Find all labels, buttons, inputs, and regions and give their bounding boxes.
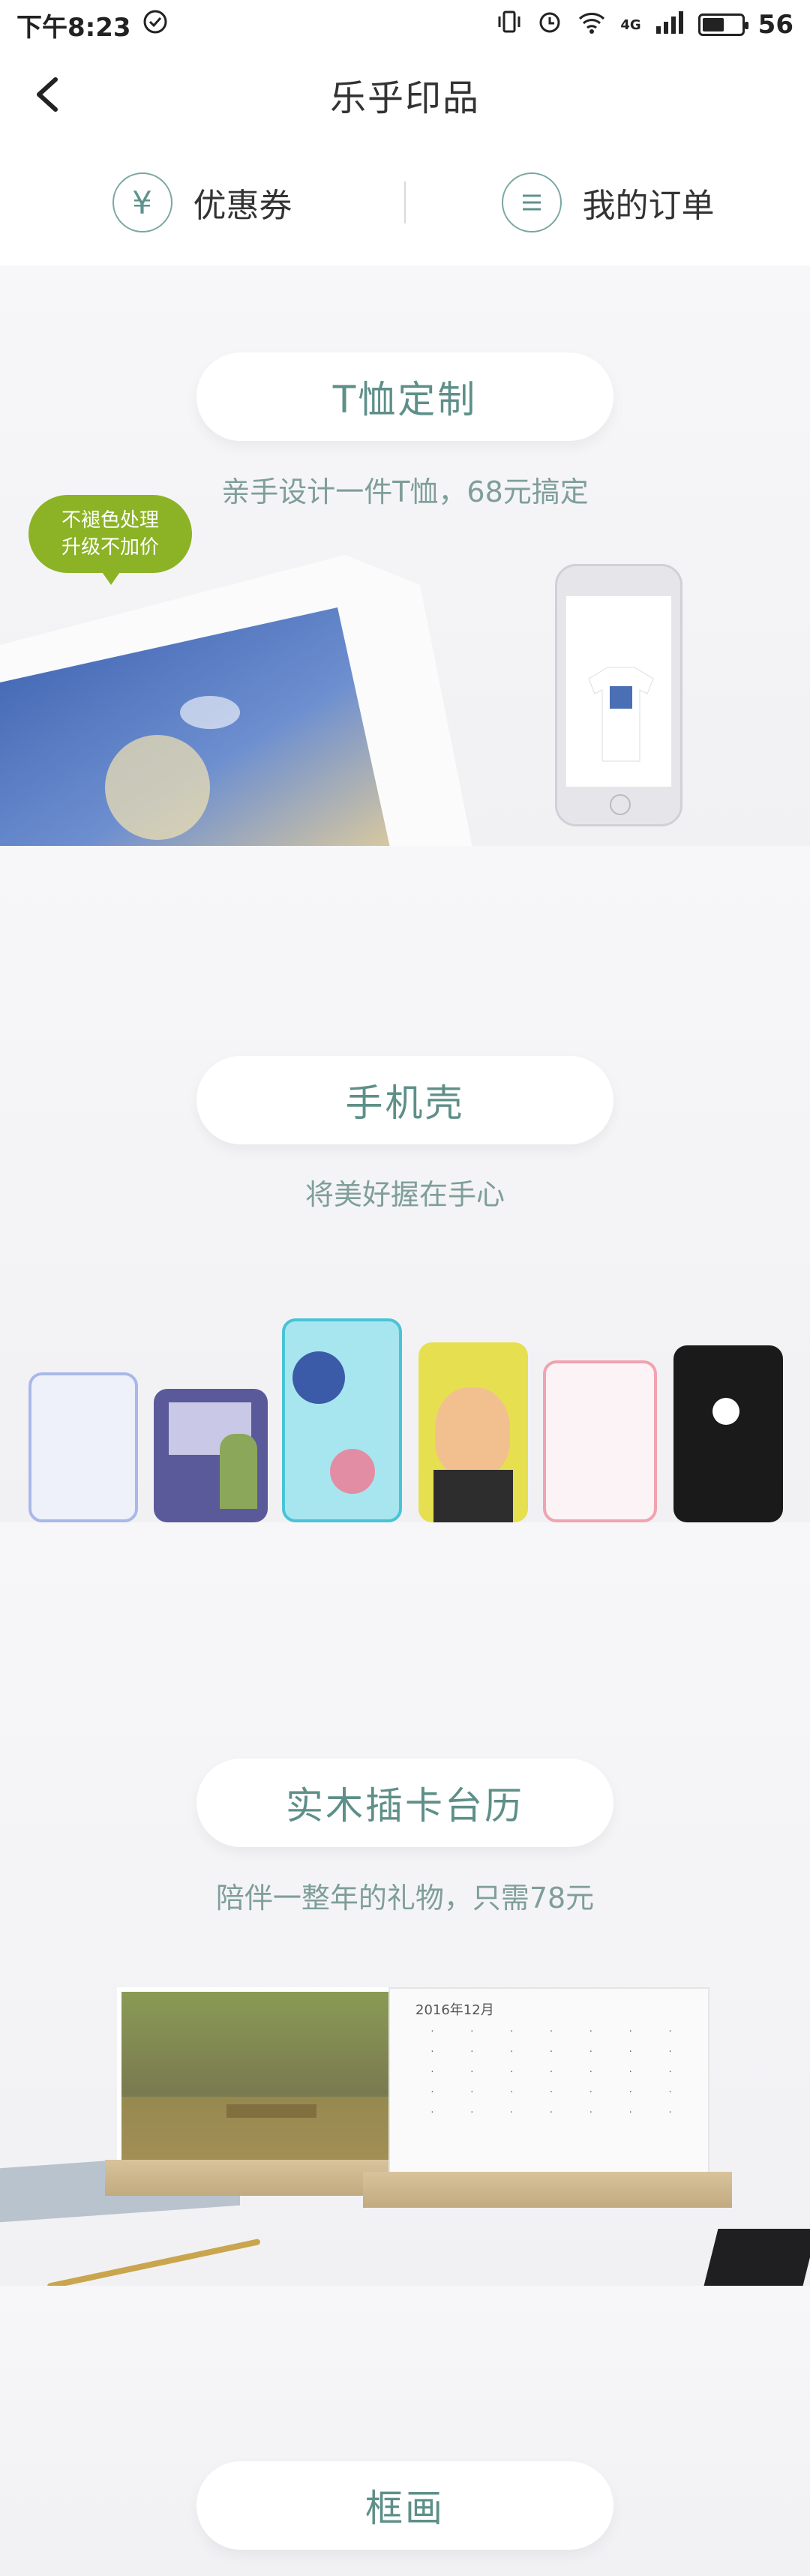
status-time: 下午8:23 bbox=[16, 12, 131, 43]
orders-tab-label: 我的订单 bbox=[582, 187, 715, 225]
calendar-wood-base-left bbox=[105, 2160, 405, 2196]
calendar-heading: 2016年12月 bbox=[416, 2002, 494, 2018]
calendar-grid: · · · · · · · · · · · · · · · · · · · · · · · · · · · · · · · · · · · bbox=[430, 2026, 672, 2119]
app-header: 乐乎印品 bbox=[0, 49, 810, 139]
case-black bbox=[674, 1345, 783, 1522]
network-type: 4G bbox=[620, 16, 641, 33]
case-illustrated-window bbox=[154, 1389, 268, 1522]
case-clear-pink bbox=[543, 1360, 657, 1522]
phonecase-title-pill: 手机壳 bbox=[196, 1056, 614, 1144]
phonecase-subtitle: 将美好握在手心 bbox=[304, 1178, 505, 1211]
page-title: 乐乎印品 bbox=[329, 77, 480, 119]
case-yellow-portrait bbox=[418, 1342, 528, 1522]
case-space-cyan bbox=[282, 1318, 402, 1522]
battery-icon bbox=[698, 13, 748, 36]
tshirt-image bbox=[0, 555, 472, 847]
battery-level: 56 bbox=[758, 10, 794, 40]
wifi-icon bbox=[577, 8, 607, 42]
black-card bbox=[704, 2229, 810, 2286]
list-circle-icon bbox=[501, 172, 562, 232]
calendar-subtitle: 陪伴一整年的礼物，只需78元 bbox=[215, 1882, 595, 1915]
status-bar: 下午8:23 4G 56 bbox=[0, 0, 810, 49]
phone-cases-image bbox=[0, 1305, 810, 1522]
yuan-circle-icon: ¥ bbox=[112, 172, 172, 232]
calendar-photo-card bbox=[117, 1987, 394, 2169]
calendar-title-pill: 实木插卡台历 bbox=[196, 1759, 614, 1847]
orders-tab[interactable]: 我的订单 bbox=[406, 139, 810, 265]
calendar-month-card: 2016年12月 · · · · · · · · · · · · · · · · · · · · · · · · · · · ·… bbox=[388, 1987, 710, 2182]
calendar-wood-base-right bbox=[363, 2172, 732, 2208]
case-clear-blue bbox=[28, 1372, 138, 1522]
coupon-tab-label: 优惠券 bbox=[193, 187, 292, 225]
vibrate-icon bbox=[496, 8, 523, 42]
badge-line-1: 不褪色处理 bbox=[61, 509, 159, 532]
phone-mockup bbox=[555, 564, 682, 826]
frame-title-pill: 框画 bbox=[196, 2461, 614, 2550]
back-arrow-icon[interactable] bbox=[27, 72, 72, 117]
coupon-tab[interactable]: ¥ 优惠券 bbox=[0, 139, 404, 265]
alarm-icon bbox=[536, 8, 563, 42]
signal-icon bbox=[655, 8, 685, 42]
check-circle-icon bbox=[142, 8, 169, 42]
top-tabs: ¥ 优惠券 我的订单 bbox=[0, 139, 810, 265]
tshirt-title-pill: T恤定制 bbox=[196, 352, 614, 441]
